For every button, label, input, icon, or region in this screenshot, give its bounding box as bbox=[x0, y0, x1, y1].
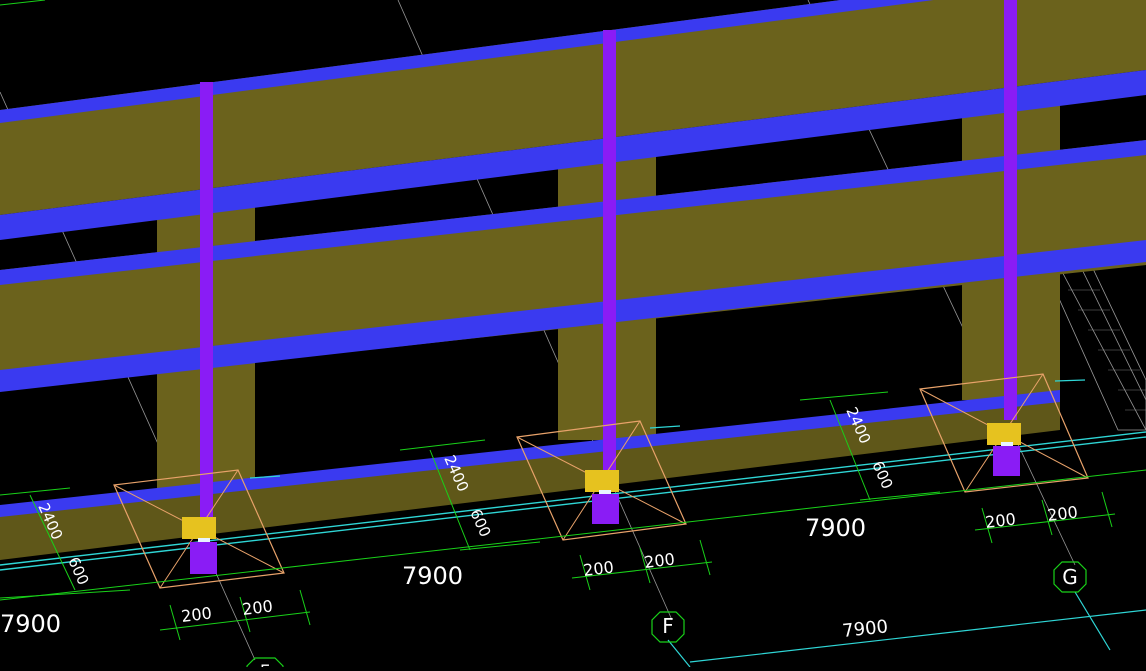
span-label-middle: 7900 bbox=[402, 562, 463, 590]
bottom-span-label: 7900 bbox=[841, 616, 889, 642]
pile-right bbox=[993, 446, 1020, 476]
cap-dim-middle-b: 200 bbox=[643, 549, 676, 572]
axis-bubble-F[interactable]: F bbox=[651, 611, 685, 643]
pile-middle bbox=[592, 494, 619, 524]
span-label-right: 7900 bbox=[805, 514, 866, 542]
cap-dim-middle-a: 200 bbox=[582, 557, 615, 580]
pile-cap-left bbox=[182, 517, 216, 539]
small-offset-right: 600 bbox=[868, 458, 896, 491]
bottom-span-text: 7900 bbox=[841, 616, 889, 642]
cap-dim-right-b: 200 bbox=[1046, 502, 1079, 525]
cap-dim-right-a: 200 bbox=[984, 509, 1017, 532]
bottom-axis-dimension bbox=[667, 591, 1146, 668]
axis-bubble-E-label: E bbox=[260, 661, 270, 667]
steel-column-left bbox=[200, 82, 213, 537]
cap-dim-left-a: 200 bbox=[180, 603, 213, 626]
axis-bubble-E[interactable]: E bbox=[246, 657, 284, 671]
cap-dim-left-b: 200 bbox=[241, 596, 274, 619]
axis-bubble-F-label: F bbox=[662, 614, 674, 638]
axis-bubble-G[interactable]: G bbox=[1053, 561, 1087, 593]
pile-cap-middle bbox=[585, 470, 619, 492]
span-label-left: 7900 bbox=[0, 610, 61, 638]
steel-column-right bbox=[1004, 0, 1017, 420]
steel-column-middle bbox=[603, 30, 616, 480]
pile-left bbox=[190, 542, 217, 574]
cad-3d-viewport[interactable]: 7900 7900 7900 7900 200 200 200 200 200 … bbox=[0, 0, 1146, 671]
axis-bubble-G-label: G bbox=[1062, 565, 1078, 589]
small-offset-middle: 600 bbox=[466, 506, 494, 539]
pile-cap-right bbox=[987, 423, 1021, 445]
